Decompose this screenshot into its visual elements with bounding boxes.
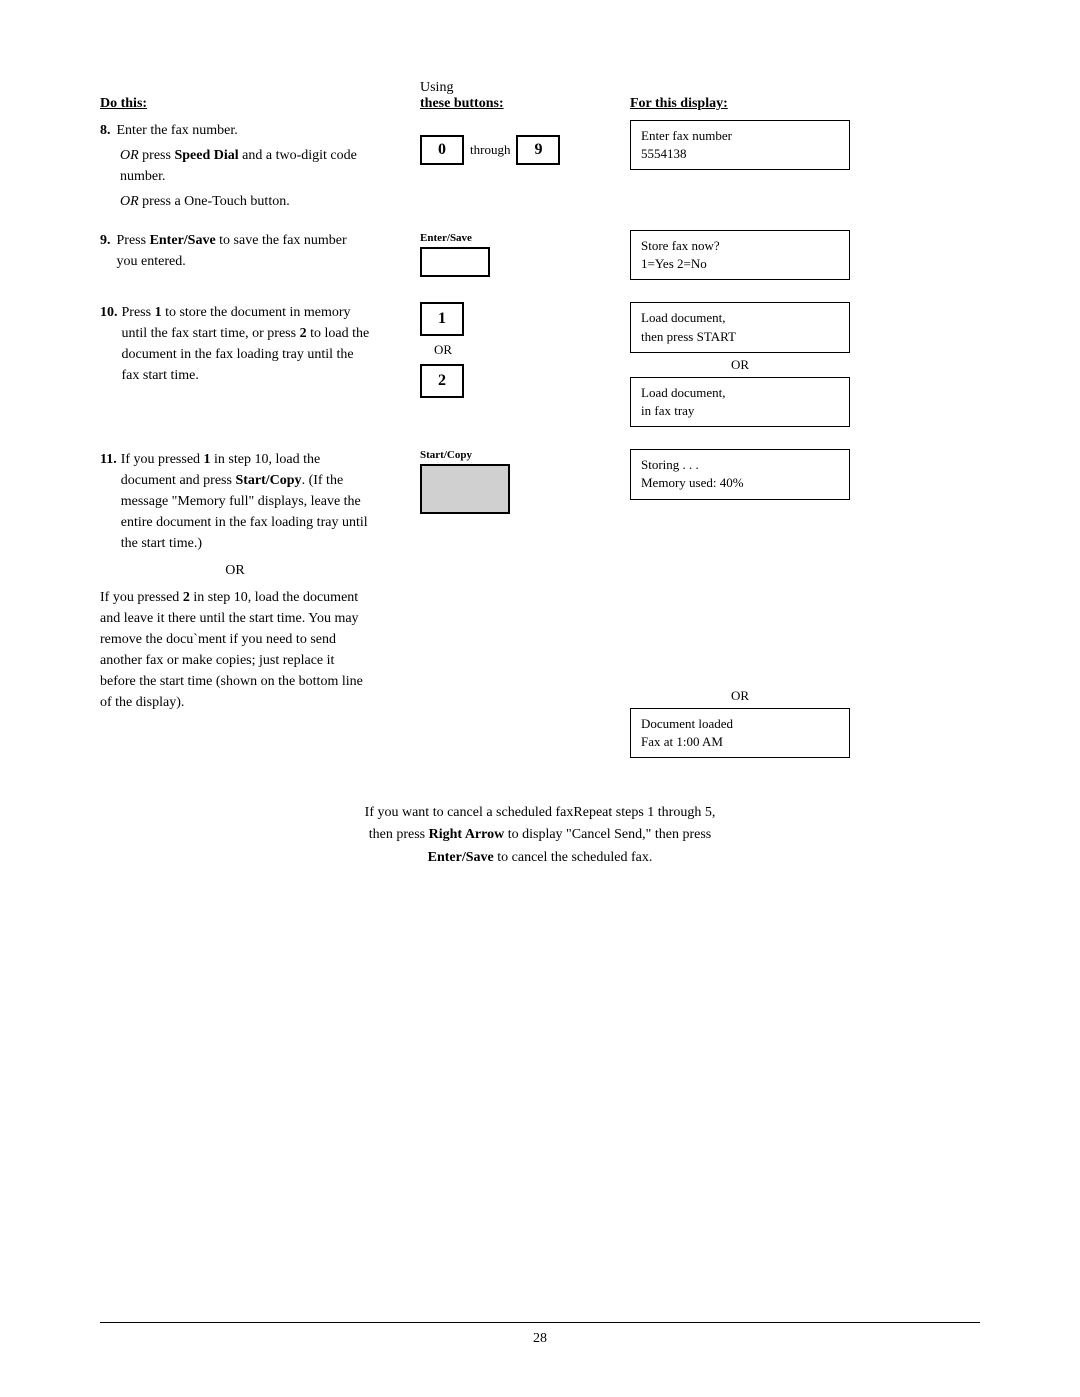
step-10-row: 10. Press 1 to store the document in mem… [100, 302, 980, 431]
display-box-step11-1: Storing . . . Memory used: 40% [630, 449, 850, 499]
through-text: through [470, 142, 510, 158]
display-step9-line2: 1=Yes 2=No [641, 255, 839, 273]
step-11-number: 11. [100, 449, 117, 554]
display-box-step10-2: Load document, in fax tray [630, 377, 850, 427]
display-step10-1-line2: then press START [641, 328, 839, 346]
display-step11-2-line1: Document loaded [641, 715, 839, 733]
display-step8-line1: Enter fax number [641, 127, 839, 145]
step-10-buttons: 1 OR 2 [370, 302, 610, 398]
step-8-or1: OR press Speed Dial and a two-digit code… [100, 145, 370, 187]
enter-save-button-label: Enter/Save [420, 232, 490, 244]
step-8-button-row: 0 through 9 [420, 135, 560, 165]
step-8-text: 8. Enter the fax number. OR press Speed … [100, 120, 370, 212]
step-10-button-1-wrap: 1 [420, 302, 464, 336]
step-10-or: OR [420, 342, 452, 358]
step-10-text: 10. Press 1 to store the document in mem… [100, 302, 370, 386]
bottom-note: If you want to cancel a scheduled faxRep… [100, 802, 980, 869]
display-or-step11: OR [630, 688, 850, 704]
page-number: 28 [533, 1331, 547, 1346]
display-step11-2-line2: Fax at 1:00 AM [641, 733, 839, 751]
bottom-note-line3: Enter/Save to cancel the scheduled fax. [160, 847, 920, 869]
column-headers: Do this: Using these buttons: For this d… [100, 80, 980, 112]
display-box-step10-1: Load document, then press START [630, 302, 850, 352]
step-9-display: Store fax now? 1=Yes 2=No [610, 230, 850, 284]
page-footer: 28 [100, 1322, 980, 1347]
display-or-step10: OR [630, 357, 850, 373]
step-11-buttons: Start/Copy [370, 449, 610, 514]
step-11-start-copy-wrap: Start/Copy [420, 449, 510, 514]
step-10-number: 10. [100, 302, 118, 386]
display-step10-2-line2: in fax tray [641, 402, 839, 420]
display-step10-1-line1: Load document, [641, 309, 839, 327]
step-11-display: Storing . . . Memory used: 40% OR Docume… [610, 449, 850, 762]
step-8-or2: OR press a One-Touch button. [100, 191, 370, 212]
step-11-or: OR [100, 560, 370, 581]
page: Do this: Using these buttons: For this d… [0, 0, 1080, 1397]
these-buttons-label: these buttons: [420, 96, 610, 112]
do-this-label: Do this: [100, 96, 147, 111]
using-label: Using [420, 80, 610, 96]
step-8-buttons: 0 through 9 [370, 120, 610, 180]
step-9-buttons: Enter/Save [370, 230, 610, 277]
start-copy-label: Start/Copy [420, 449, 510, 461]
bottom-note-line2: then press Right Arrow to display "Cance… [160, 824, 920, 846]
display-step11-1-line1: Storing . . . [641, 456, 839, 474]
step-9-number: 9. [100, 230, 111, 272]
for-this-display-label: For this display: [630, 96, 728, 111]
display-step9-line1: Store fax now? [641, 237, 839, 255]
step-11-row: 11. If you pressed 1 in step 10, load th… [100, 449, 980, 762]
display-box-step9: Store fax now? 1=Yes 2=No [630, 230, 850, 280]
step-8-row: 8. Enter the fax number. OR press Speed … [100, 120, 980, 212]
display-step10-2-line1: Load document, [641, 384, 839, 402]
step-11-part2: If you pressed 2 in step 10, load the do… [100, 587, 370, 713]
step-8-number: 8. [100, 120, 111, 141]
step-11-text: 11. If you pressed 1 in step 10, load th… [100, 449, 370, 713]
display-step11-1-line2: Memory used: 40% [641, 474, 839, 492]
button-1[interactable]: 1 [420, 302, 464, 336]
step-9-row: 9. Press Enter/Save to save the fax numb… [100, 230, 980, 284]
col-display-header: For this display: [610, 96, 850, 112]
step-10-display: Load document, then press START OR Load … [610, 302, 850, 431]
col-do-header: Do this: [100, 96, 370, 112]
step-9-text: 9. Press Enter/Save to save the fax numb… [100, 230, 370, 272]
button-0[interactable]: 0 [420, 135, 464, 165]
col-buttons-header: Using these buttons: [370, 80, 610, 112]
button-start-copy[interactable] [420, 464, 510, 514]
step-9-main: Press Enter/Save to save the fax number … [117, 230, 371, 272]
step-8-display: Enter fax number 5554138 [610, 120, 850, 174]
display-step8-line2: 5554138 [641, 145, 839, 163]
button-enter-save[interactable] [420, 247, 490, 277]
step-10-main: Press 1 to store the document in memory … [122, 302, 371, 386]
display-box-step8: Enter fax number 5554138 [630, 120, 850, 170]
step-11-main: If you pressed 1 in step 10, load the do… [121, 449, 370, 554]
button-9[interactable]: 9 [516, 135, 560, 165]
step-8-main: Enter the fax number. [117, 120, 238, 141]
button-2[interactable]: 2 [420, 364, 464, 398]
display-box-step11-2: Document loaded Fax at 1:00 AM [630, 708, 850, 758]
bottom-note-line1: If you want to cancel a scheduled faxRep… [160, 802, 920, 824]
step-10-button-2-wrap: 2 [420, 364, 464, 398]
